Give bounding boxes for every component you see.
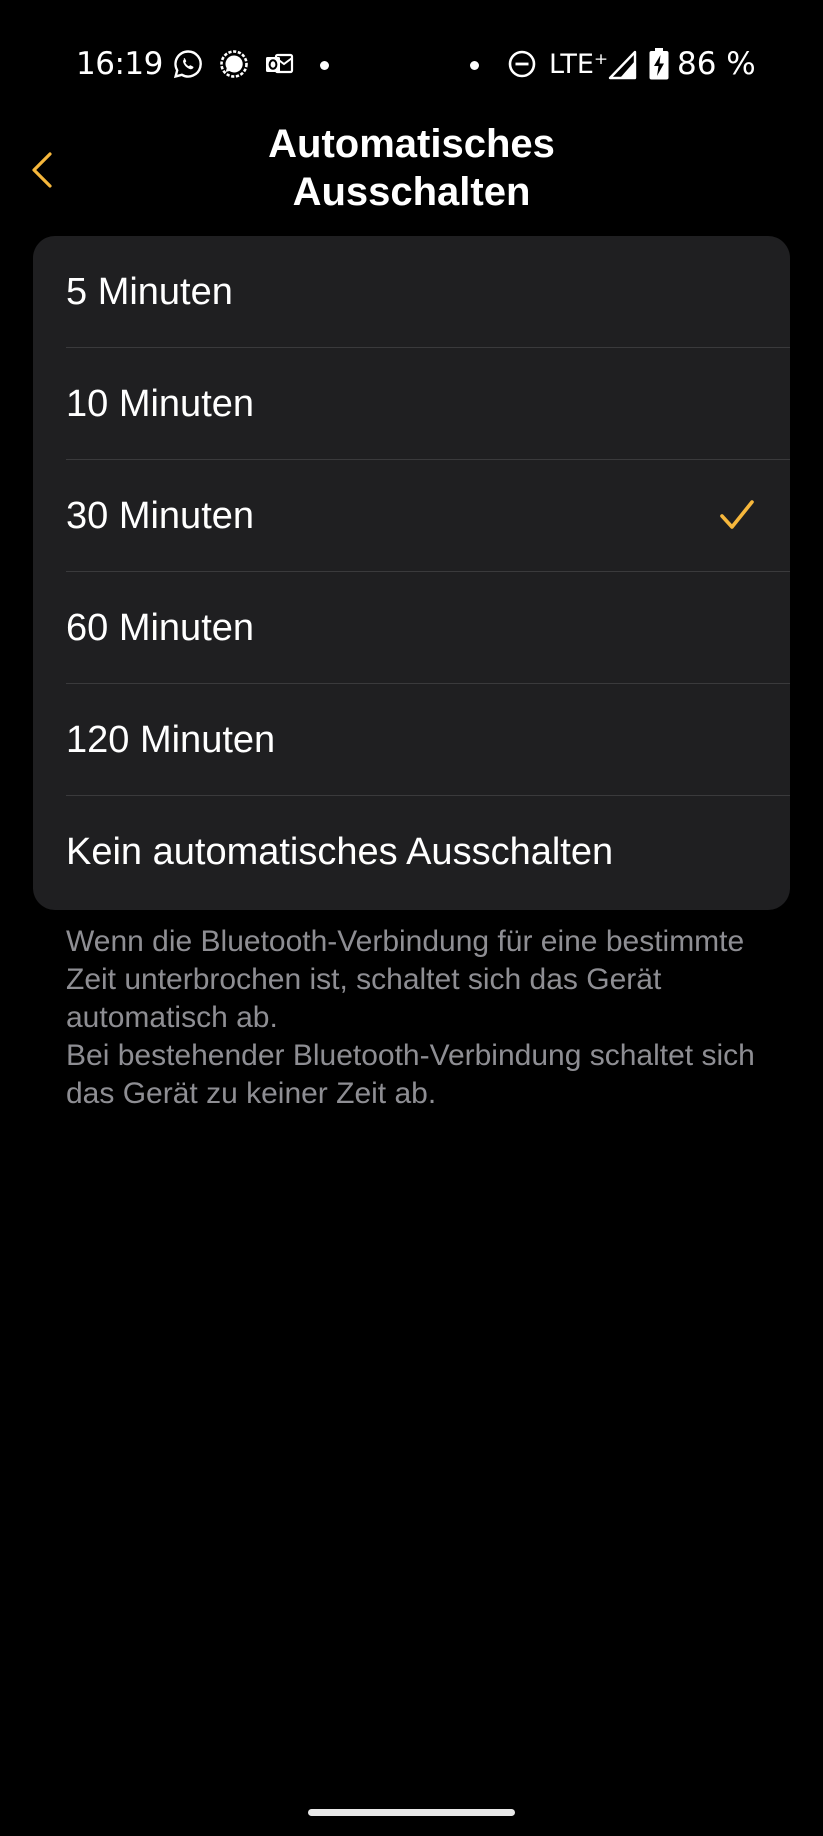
option-no-auto-off[interactable]: Kein automatisches Ausschalten bbox=[33, 796, 790, 908]
battery-charging-icon bbox=[649, 48, 669, 80]
status-time: 16:19 bbox=[76, 46, 163, 82]
option-label: 120 Minuten bbox=[66, 719, 276, 761]
outlook-icon bbox=[266, 53, 294, 74]
auto-off-description: Wenn die Bluetooth-Verbindung für eine b… bbox=[66, 923, 776, 1113]
checkmark-icon bbox=[720, 500, 754, 529]
option-label: 60 Minuten bbox=[66, 607, 255, 649]
home-indicator[interactable] bbox=[308, 1809, 515, 1816]
auto-off-options-list: 5 Minuten 10 Minuten 30 Minuten 60 Minut… bbox=[33, 236, 790, 910]
notification-dot-icon bbox=[470, 61, 479, 70]
description-paragraph-2: Bei bestehender Bluetooth-Verbindung sch… bbox=[66, 1039, 755, 1110]
option-10-minutes[interactable]: 10 Minuten bbox=[33, 348, 790, 460]
battery-percentage: 86 % bbox=[677, 46, 756, 82]
page-title-line-1: Automatisches bbox=[268, 122, 555, 166]
option-label: 10 Minuten bbox=[66, 383, 255, 425]
option-60-minutes[interactable]: 60 Minuten bbox=[33, 572, 790, 684]
notification-dot-icon bbox=[320, 61, 329, 70]
option-120-minutes[interactable]: 120 Minuten bbox=[33, 684, 790, 796]
option-label: 30 Minuten bbox=[66, 495, 255, 537]
signal-messenger-icon bbox=[220, 50, 248, 78]
description-paragraph-1: Wenn die Bluetooth-Verbindung für eine b… bbox=[66, 925, 745, 1034]
page-title-line-2: Ausschalten bbox=[292, 170, 531, 214]
option-label: 5 Minuten bbox=[66, 271, 233, 313]
page-title: Automatisches Ausschalten bbox=[180, 120, 643, 216]
back-button[interactable] bbox=[20, 140, 70, 200]
option-label: Kein automatisches Ausschalten bbox=[66, 831, 614, 873]
option-5-minutes[interactable]: 5 Minuten bbox=[33, 236, 790, 348]
cell-signal-icon bbox=[608, 50, 637, 80]
option-30-minutes[interactable]: 30 Minuten bbox=[33, 460, 790, 572]
status-bar: 16:19 LTE⁺ 86 % bbox=[0, 0, 823, 130]
network-type: LTE⁺ bbox=[549, 49, 609, 80]
do-not-disturb-icon bbox=[508, 50, 536, 78]
chevron-left-icon bbox=[32, 152, 52, 188]
whatsapp-icon bbox=[173, 50, 202, 79]
